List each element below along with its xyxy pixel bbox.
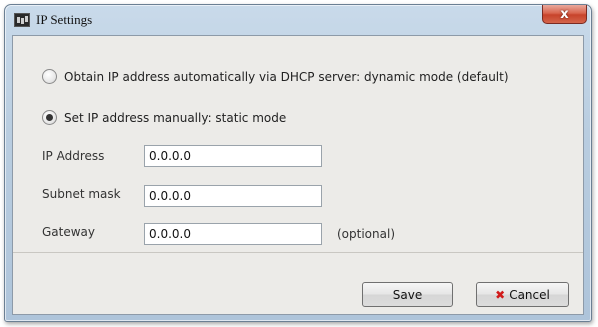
static-option-label: Set IP address manually: static mode <box>64 110 287 125</box>
dialog-body: Obtain IP address automatically via DHCP… <box>12 35 584 315</box>
subnet-mask-label: Subnet mask <box>42 187 121 201</box>
static-option[interactable]: Set IP address manually: static mode <box>42 110 286 125</box>
gateway-optional-note: (optional) <box>337 227 395 241</box>
dhcp-option-label: Obtain IP address automatically via DHCP… <box>64 69 509 84</box>
x-icon: ✖ <box>495 287 506 302</box>
close-icon: x <box>560 6 569 22</box>
close-button[interactable]: x <box>542 5 587 24</box>
divider <box>13 252 583 253</box>
dhcp-radio[interactable] <box>42 69 57 84</box>
save-button-label: Save <box>392 287 423 302</box>
app-icon <box>14 13 30 27</box>
subnet-mask-input[interactable] <box>144 185 322 207</box>
ip-settings-dialog: IP Settings x Obtain IP address automati… <box>4 4 592 322</box>
title-bar[interactable]: IP Settings x <box>5 5 591 35</box>
cancel-button[interactable]: ✖ Cancel <box>476 282 569 307</box>
ip-address-label: IP Address <box>42 149 105 163</box>
ip-address-input[interactable] <box>144 145 322 167</box>
gateway-label: Gateway <box>42 225 96 239</box>
static-radio[interactable] <box>42 110 57 125</box>
save-button[interactable]: Save <box>362 282 453 307</box>
dhcp-option[interactable]: Obtain IP address automatically via DHCP… <box>42 69 509 84</box>
window-title: IP Settings <box>36 12 93 27</box>
gateway-input[interactable] <box>144 223 322 245</box>
cancel-button-label: Cancel <box>509 287 550 302</box>
